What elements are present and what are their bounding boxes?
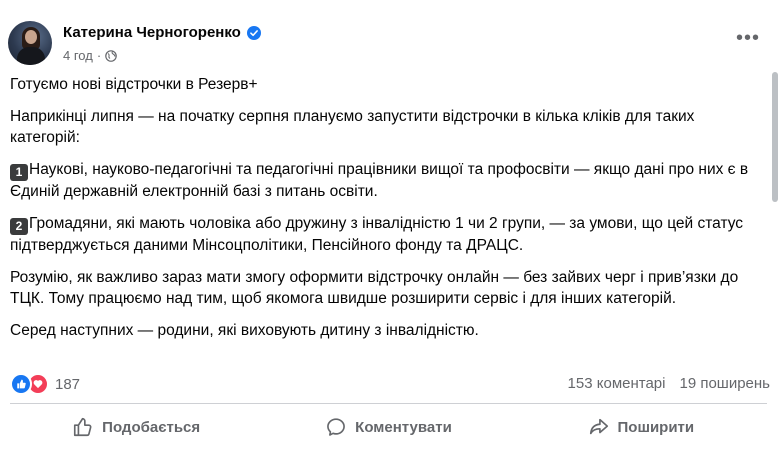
keycap-1-icon: 1: [10, 164, 28, 181]
like-reaction-icon: [10, 373, 32, 395]
meta-separator: ·: [96, 48, 102, 63]
share-button[interactable]: Поширити: [515, 406, 767, 448]
thumbs-up-icon: [74, 417, 92, 437]
post-stats: 153 коментарі 19 поширень: [568, 375, 770, 392]
share-button-label: Поширити: [617, 418, 695, 436]
shares-count[interactable]: 19 поширень: [679, 375, 770, 392]
more-options-icon[interactable]: •••: [736, 28, 760, 52]
share-icon: [589, 418, 608, 435]
keycap-2-icon: 2: [10, 218, 28, 235]
comment-button[interactable]: Коментувати: [262, 406, 514, 448]
paragraph-next: Серед наступних — родини, які виховують …: [10, 322, 479, 339]
reactions-summary[interactable]: 187: [10, 373, 80, 395]
author-avatar[interactable]: [8, 21, 52, 65]
post-actions: Подобається Коментувати Поширити: [10, 406, 767, 448]
paragraph-item-2: 2 Громадяни, які мають чоловіка або дружи…: [10, 213, 762, 256]
post-text: Готуємо нові відстрочки в Резерв+ Наприк…: [10, 74, 762, 352]
comments-count[interactable]: 153 коментарі: [568, 375, 666, 392]
facebook-post: Катерина Черногоренко 4 год · ••• Готуєм…: [0, 0, 783, 452]
scrollbar-thumb[interactable]: [772, 72, 778, 202]
paragraph-item-1-text: Наукові, науково-педагогічні та педагогі…: [10, 161, 749, 200]
paragraph-item-1: 1 Наукові, науково-педагогічні та педагог…: [10, 159, 762, 202]
paragraph-reason: Розумію, як важливо зараз мати змогу офо…: [10, 269, 739, 307]
comment-button-label: Коментувати: [355, 418, 452, 436]
paragraph-title: Готуємо нові відстрочки в Резерв+: [10, 76, 258, 93]
paragraph-intro: Наприкінці липня — на початку серпня пла…: [10, 108, 695, 146]
divider: [10, 403, 767, 404]
author-name-row: Катерина Черногоренко: [63, 24, 261, 41]
comment-icon: [327, 418, 346, 436]
post-meta: 4 год ·: [63, 48, 117, 63]
verified-badge-icon: [246, 25, 261, 40]
paragraph-item-2-text: Громадяни, які мають чоловіка або дружин…: [10, 215, 744, 254]
globe-icon: [105, 49, 117, 62]
reactions-count: 187: [55, 375, 81, 393]
author-name[interactable]: Катерина Черногоренко: [63, 24, 241, 41]
like-button[interactable]: Подобається: [10, 406, 262, 448]
post-time[interactable]: 4 год: [63, 48, 93, 63]
like-button-label: Подобається: [102, 418, 201, 436]
